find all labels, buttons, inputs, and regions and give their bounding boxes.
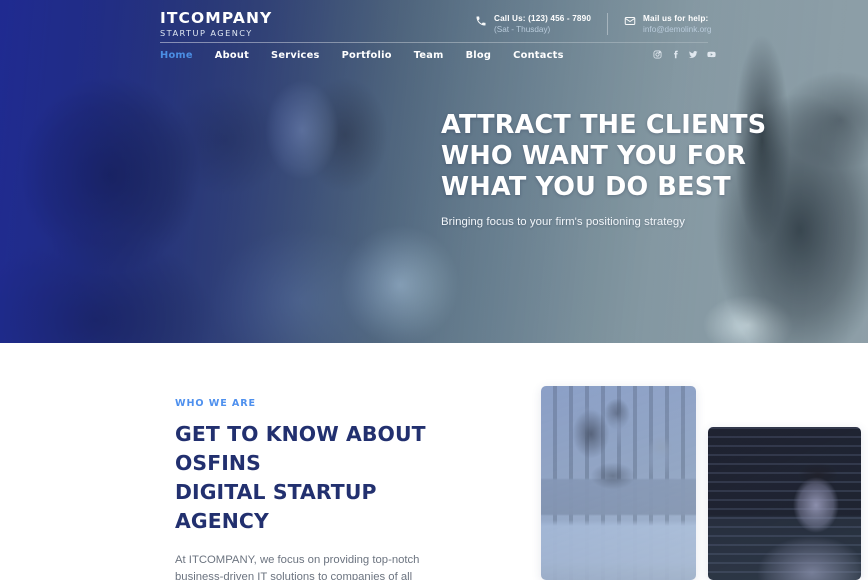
main-navigation: Home About Services Portfolio Team Blog … [160,50,564,61]
brand-subtitle: STARTUP AGENCY [160,28,253,39]
nav-item-team[interactable]: Team [414,50,444,61]
developer-photo-violet-tint [708,427,861,580]
phone-icon [475,15,487,27]
twitter-icon[interactable] [689,50,698,59]
header-contacts: Call Us: (123) 456 - 7890 (Sat - Thusday… [475,13,711,35]
nav-item-portfolio[interactable]: Portfolio [342,50,392,61]
hero-heading: ATTRACT THE CLIENTS WHO WANT YOU FOR WHA… [441,110,766,203]
hero-section: ITCOMPANY STARTUP AGENCY Call Us: (123) … [0,0,868,343]
about-paragraph: At ITCOMPANY, we focus on providing top-… [175,554,420,580]
brand-logo[interactable]: ITCOMPANY STARTUP AGENCY [160,9,273,39]
instagram-icon[interactable] [653,50,662,59]
social-links [653,50,716,59]
about-text-column: WHO WE ARE GET TO KNOW ABOUT OSFINS DIGI… [175,398,470,580]
nav-item-about[interactable]: About [215,50,249,61]
about-heading-line-1: GET TO KNOW ABOUT OSFINS [175,422,426,475]
about-heading-line-2: DIGITAL STARTUP AGENCY [175,480,377,533]
nav-item-home[interactable]: Home [160,50,193,61]
contact-mail-label: Mail us for help: [643,14,709,23]
team-photo-blue-tint [541,386,696,580]
youtube-icon[interactable] [707,50,716,59]
hero-subtitle: Bringing focus to your firm's positionin… [441,216,685,228]
landing-page: ITCOMPANY STARTUP AGENCY Call Us: (123) … [0,0,868,580]
nav-item-blog[interactable]: Blog [466,50,492,61]
nav-item-services[interactable]: Services [271,50,320,61]
brand-title: ITCOMPANY [160,9,273,27]
contact-mail[interactable]: Mail us for help: info@demolink.org [624,13,711,35]
mail-icon [624,15,636,27]
nav-item-contacts[interactable]: Contacts [513,50,564,61]
hero-copy: ATTRACT THE CLIENTS WHO WANT YOU FOR WHA… [441,110,766,230]
team-meeting-photo [541,386,696,580]
about-heading: GET TO KNOW ABOUT OSFINS DIGITAL STARTUP… [175,420,470,536]
header-divider [160,42,708,43]
contact-divider [607,13,609,35]
contact-phone-label: Call Us: (123) 456 - 7890 [494,14,592,23]
about-eyebrow: WHO WE ARE [175,398,256,409]
hero-heading-line-1: ATTRACT THE CLIENTS [441,110,767,140]
hero-heading-line-2: WHO WANT YOU FOR [441,141,747,171]
facebook-icon[interactable] [671,50,680,59]
developer-portrait-photo [708,427,861,580]
contact-mail-address: info@demolink.org [643,25,712,34]
hero-heading-line-3: WHAT YOU DO BEST [441,172,731,202]
contact-phone[interactable]: Call Us: (123) 456 - 7890 (Sat - Thusday… [475,13,591,35]
contact-phone-hours: (Sat - Thusday) [494,25,551,34]
